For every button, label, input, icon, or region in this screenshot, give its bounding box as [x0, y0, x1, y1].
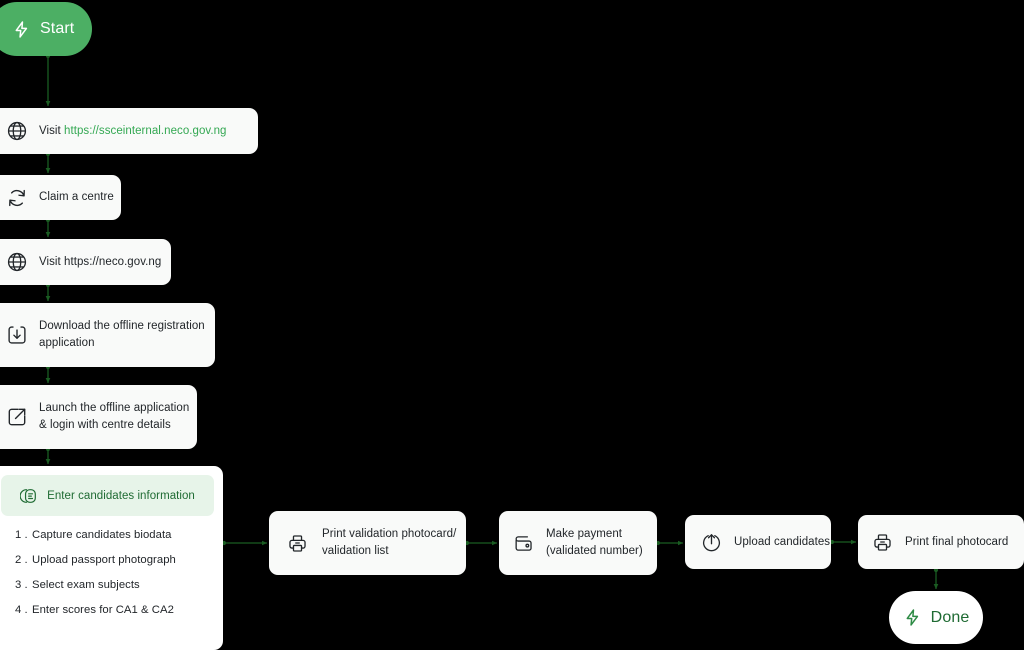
list-item: 4 . Enter scores for CA1 & CA2: [15, 604, 214, 616]
node-print-final-photocard[interactable]: Print final photocard: [858, 515, 1024, 569]
done-label: Done: [930, 608, 970, 626]
node-visit-neco[interactable]: Visit https://neco.gov.ng: [0, 239, 171, 285]
external-link-icon: [8, 408, 26, 426]
step-number: 1 .: [15, 529, 28, 541]
globe-icon: [7, 121, 27, 141]
step-text: Select exam subjects: [32, 579, 140, 591]
claim-centre-line1: Claim a centre: [39, 191, 114, 203]
start-node[interactable]: Start: [0, 2, 92, 56]
upload-icon: [702, 533, 721, 551]
download-line2: application: [39, 337, 95, 349]
node-upload-candidates[interactable]: Upload candidates: [685, 515, 831, 569]
done-node[interactable]: Done: [889, 591, 983, 644]
node-enter-candidates-information[interactable]: Enter candidates information 1 . Capture…: [0, 466, 223, 650]
refresh-icon: [9, 189, 25, 206]
printer-icon: [289, 534, 306, 552]
candidates-steps-list: 1 . Capture candidates biodata 2 . Uploa…: [1, 516, 214, 616]
list-item: 3 . Select exam subjects: [15, 579, 214, 591]
candidates-card-header: Enter candidates information: [1, 475, 214, 516]
print-validation-line1: Print validation photocard/: [322, 528, 457, 540]
visit-prefix: Visit: [39, 124, 65, 137]
node-print-validation-photocard[interactable]: Print validation photocard/ validation l…: [269, 511, 466, 575]
step-number: 3 .: [15, 579, 28, 591]
node-visit-ssceinternal-text: Visit https://ssceinternal.neco.gov.ng: [39, 123, 227, 140]
globe-icon: [7, 252, 27, 272]
make-payment-line2: (validated number): [546, 545, 643, 557]
print-validation-line2: validation list: [322, 545, 389, 557]
node-claim-centre-text: Claim a centre: [39, 189, 114, 206]
step-text: Enter scores for CA1 & CA2: [32, 604, 174, 616]
list-item: 2 . Upload passport photograph: [15, 554, 214, 566]
printer-icon: [874, 533, 891, 551]
candidates-card-title: Enter candidates information: [47, 489, 195, 502]
lightning-bolt-icon: [906, 609, 918, 626]
make-payment-line1: Make payment: [546, 528, 623, 540]
step-number: 4 .: [15, 604, 28, 616]
node-download-offline-app[interactable]: Download the offline registration applic…: [0, 303, 215, 367]
node-visit-ssceinternal[interactable]: Visit https://ssceinternal.neco.gov.ng: [0, 108, 258, 154]
node-print-validation-photocard-text: Print validation photocard/ validation l…: [322, 526, 456, 560]
node-upload-candidates-text: Upload candidates: [734, 534, 830, 551]
step-text: Upload passport photograph: [32, 554, 176, 566]
visit-neco-line1: Visit https://neco.gov.ng: [39, 255, 162, 268]
launch-line2: & login with centre details: [39, 419, 171, 431]
print-final-line1: Print final photocard: [905, 535, 1009, 548]
download-icon: [8, 326, 26, 344]
node-launch-offline-app-text: Launch the offline application & login w…: [39, 400, 189, 434]
node-make-payment[interactable]: Make payment (validated number): [499, 511, 657, 575]
node-print-final-photocard-text: Print final photocard: [905, 534, 1008, 551]
step-number: 2 .: [15, 554, 28, 566]
node-claim-centre[interactable]: Claim a centre: [0, 175, 121, 220]
flowchart-canvas: Start Visit https://ssceinternal.neco.go…: [0, 0, 1024, 650]
visit-url-link[interactable]: https://ssceinternal.neco.gov.ng: [64, 125, 226, 137]
list-item: 1 . Capture candidates biodata: [15, 529, 214, 541]
node-download-offline-app-text: Download the offline registration applic…: [39, 318, 205, 352]
node-make-payment-text: Make payment (validated number): [546, 526, 643, 560]
node-visit-neco-text: Visit https://neco.gov.ng: [39, 254, 161, 271]
node-launch-offline-app[interactable]: Launch the offline application & login w…: [0, 385, 197, 449]
launch-line1: Launch the offline application: [39, 402, 190, 414]
id-card-icon: [20, 488, 36, 503]
step-text: Capture candidates biodata: [32, 529, 172, 541]
upload-candidates-line1: Upload candidates: [734, 535, 831, 548]
download-line1: Download the offline registration: [39, 320, 205, 332]
lightning-bolt-icon: [15, 20, 28, 38]
start-label: Start: [40, 20, 75, 37]
wallet-icon: [515, 535, 532, 551]
